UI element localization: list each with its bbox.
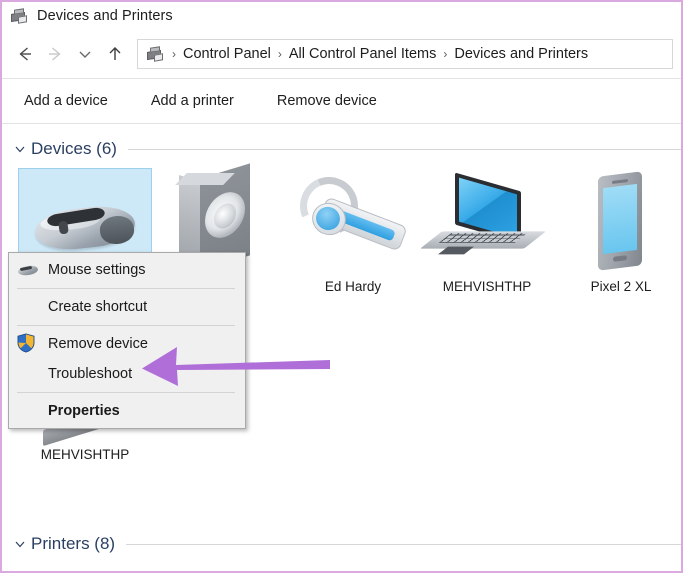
device-label: Pixel 2 XL xyxy=(590,279,652,294)
navigation-bar: › Control Panel › All Control Panel Item… xyxy=(2,30,681,79)
menu-icon-placeholder xyxy=(17,296,39,318)
menu-item-label: Properties xyxy=(48,403,120,419)
chevron-down-icon[interactable] xyxy=(12,536,28,552)
mouse-icon xyxy=(33,194,137,254)
menu-icon-placeholder xyxy=(17,363,39,385)
laptop-icon xyxy=(419,172,547,264)
breadcrumb[interactable]: › Control Panel › All Control Panel Item… xyxy=(137,39,673,69)
mouse-icon xyxy=(17,259,39,281)
window-title: Devices and Printers xyxy=(37,8,173,24)
breadcrumb-devices-printers-icon xyxy=(146,45,165,63)
printers-group-header[interactable]: Printers (8) xyxy=(2,529,681,559)
printers-group-title: Printers (8) xyxy=(31,534,116,553)
group-divider xyxy=(126,543,681,545)
add-a-device-button[interactable]: Add a device xyxy=(14,88,118,114)
menu-item-remove-device[interactable]: Remove device xyxy=(9,329,245,359)
chevron-down-icon[interactable] xyxy=(12,141,28,157)
device-tile-pixel-2-xl[interactable]: Pixel 2 XL xyxy=(554,168,681,313)
group-divider xyxy=(127,148,681,150)
menu-separator xyxy=(17,325,235,326)
breadcrumb-separator: › xyxy=(277,47,282,61)
device-label: MEHVISHTHP xyxy=(40,447,130,462)
device-label: MEHVISHTHP xyxy=(442,279,532,294)
menu-item-label: Remove device xyxy=(48,336,148,352)
devices-group-header[interactable]: Devices (6) xyxy=(2,134,681,164)
context-menu[interactable]: Mouse settings Create shortcut Remove de xyxy=(8,252,246,429)
device-label: Ed Hardy xyxy=(324,279,382,294)
remove-device-button[interactable]: Remove device xyxy=(267,88,387,114)
menu-separator xyxy=(17,392,235,393)
breadcrumb-item-devices-and-printers[interactable]: Devices and Printers xyxy=(454,46,588,62)
devices-group-title: Devices (6) xyxy=(31,139,117,158)
phone-icon xyxy=(594,171,648,272)
chevron-down-icon[interactable] xyxy=(70,39,100,69)
command-bar: Add a device Add a printer Remove device xyxy=(2,79,681,124)
up-arrow-icon[interactable] xyxy=(100,39,130,69)
device-tile-laptop[interactable]: MEHVISHTHP xyxy=(419,168,554,313)
menu-item-troubleshoot[interactable]: Troubleshoot xyxy=(9,359,245,389)
devices-printers-icon xyxy=(10,7,29,25)
breadcrumb-separator: › xyxy=(172,47,176,61)
menu-item-create-shortcut[interactable]: Create shortcut xyxy=(9,292,245,322)
device-icon-container xyxy=(419,168,554,278)
device-icon-container xyxy=(286,168,420,278)
breadcrumb-item-all-control-panel-items[interactable]: All Control Panel Items xyxy=(289,46,436,62)
breadcrumb-separator: › xyxy=(443,47,448,61)
device-icon-container xyxy=(554,168,681,278)
bluetooth-headset-icon xyxy=(291,168,412,271)
uac-shield-icon xyxy=(17,333,39,355)
breadcrumb-item-control-panel[interactable]: Control Panel xyxy=(183,46,271,62)
back-arrow-icon[interactable] xyxy=(10,39,40,69)
menu-item-label: Create shortcut xyxy=(48,299,148,315)
forward-arrow-icon xyxy=(40,39,70,69)
menu-separator xyxy=(17,288,235,289)
menu-item-mouse-settings[interactable]: Mouse settings xyxy=(9,255,245,285)
title-bar: Devices and Printers xyxy=(2,2,681,30)
devices-and-printers-window: Devices and Printers › Control Panel › A… xyxy=(0,0,683,573)
menu-item-label: Mouse settings xyxy=(48,262,146,278)
device-tile-ed-hardy[interactable]: Ed Hardy xyxy=(286,168,420,313)
menu-item-label: Troubleshoot xyxy=(48,366,133,382)
add-a-printer-button[interactable]: Add a printer xyxy=(141,88,244,114)
menu-item-properties[interactable]: Properties xyxy=(9,396,245,426)
menu-icon-placeholder xyxy=(17,400,39,422)
